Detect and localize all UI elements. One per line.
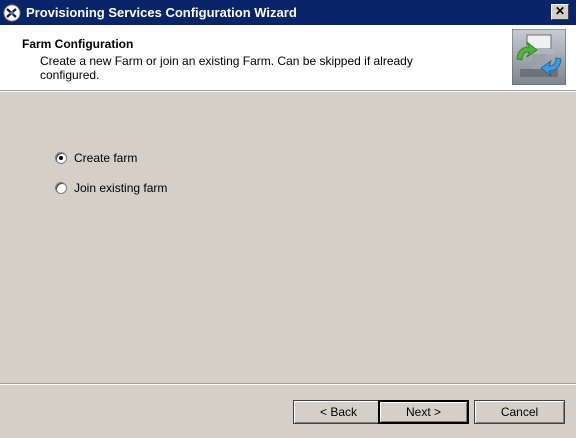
cancel-button[interactable]: Cancel bbox=[474, 400, 565, 424]
create-farm-radio[interactable] bbox=[55, 152, 67, 164]
join-farm-radio[interactable] bbox=[55, 182, 67, 194]
join-farm-option[interactable]: Join existing farm bbox=[55, 180, 167, 196]
citrix-icon bbox=[3, 4, 21, 22]
window-title: Provisioning Services Configuration Wiza… bbox=[26, 5, 297, 20]
close-icon: ✕ bbox=[554, 4, 566, 18]
create-farm-label: Create farm bbox=[74, 151, 138, 165]
title-bar: Provisioning Services Configuration Wiza… bbox=[0, 0, 576, 25]
wizard-header: Farm Configuration Create a new Farm or … bbox=[0, 25, 576, 90]
next-button[interactable]: Next > bbox=[378, 400, 469, 424]
page-title: Farm Configuration bbox=[22, 37, 134, 51]
footer-divider bbox=[0, 383, 576, 385]
join-farm-label: Join existing farm bbox=[74, 181, 168, 195]
back-button[interactable]: < Back bbox=[293, 400, 384, 424]
radio-selected-dot bbox=[59, 156, 63, 160]
create-farm-option[interactable]: Create farm bbox=[55, 150, 137, 166]
header-divider bbox=[0, 90, 576, 92]
page-description: Create a new Farm or join an existing Fa… bbox=[40, 54, 413, 82]
server-sync-icon bbox=[512, 29, 566, 85]
close-button[interactable]: ✕ bbox=[551, 4, 569, 20]
